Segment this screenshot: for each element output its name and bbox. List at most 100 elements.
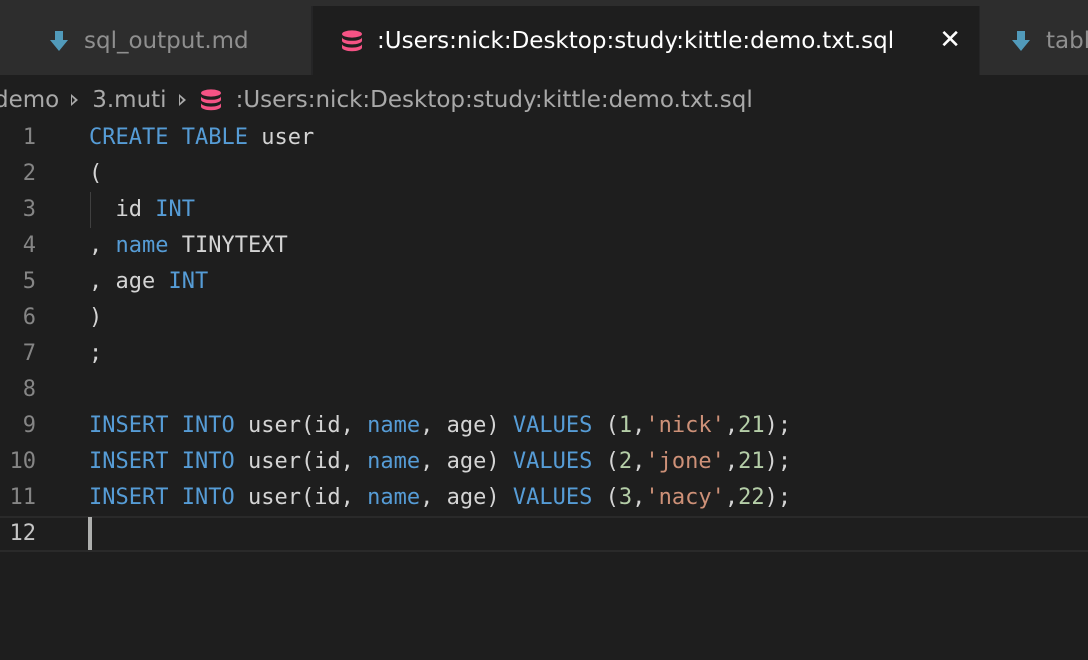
code-line[interactable]: 9 INSERT INTO user(id, name, age) VALUES …	[0, 408, 1088, 444]
code-token: id	[89, 197, 156, 222]
code-text: ;	[89, 336, 102, 372]
code-token: (	[592, 449, 619, 474]
breadcrumb-item-file[interactable]: :Users:nick:Desktop:study:kittle:demo.tx…	[236, 87, 753, 113]
code-token: 3	[618, 485, 633, 510]
code-text: (	[89, 156, 102, 192]
code-text: )	[89, 300, 102, 336]
code-token: name	[367, 449, 421, 474]
code-line[interactable]: 7;	[0, 336, 1088, 372]
code-line[interactable]: 11 INSERT INTO user(id, name, age) VALUES…	[0, 480, 1088, 516]
line-number: 11	[9, 485, 37, 510]
code-token: CREATE	[89, 125, 169, 150]
code-token: (	[592, 413, 619, 438]
line-number: 10	[9, 449, 37, 474]
database-icon	[200, 89, 221, 111]
code-token: );	[764, 413, 792, 438]
code-line[interactable]: 4 , name TINYTEXT	[0, 228, 1088, 264]
code-token: 21	[738, 413, 765, 438]
line-number: 1	[22, 125, 36, 150]
code-token: user	[247, 125, 315, 150]
indent-guide	[90, 192, 91, 228]
markdown-download-icon	[1012, 30, 1030, 51]
text-cursor	[88, 517, 92, 550]
line-number: 8	[22, 377, 36, 402]
code-token: (	[592, 485, 619, 510]
breadcrumb-item-demo[interactable]: demo	[0, 87, 59, 113]
code-token: user(id,	[234, 413, 368, 438]
tab-label: sql_output.md	[84, 27, 249, 54]
chevron-right-icon	[71, 94, 79, 106]
code-token: ,	[89, 233, 116, 258]
code-token: ,	[724, 413, 739, 438]
line-number: 4	[22, 233, 36, 258]
tab-sql-output-md[interactable]: sql_output.md	[0, 6, 312, 75]
code-token: ,	[724, 449, 739, 474]
breadcrumb: demo 3.muti :Users:nick:Desktop:study:ki…	[0, 82, 753, 118]
code-token: VALUES	[512, 449, 593, 474]
code-token: INTO	[181, 449, 235, 474]
line-number: 6	[22, 305, 36, 330]
code-token: )	[89, 305, 103, 330]
code-line[interactable]: 1 CREATE TABLE user	[0, 120, 1088, 156]
code-text: INSERT INTO user(id, name, age) VALUES (…	[89, 480, 791, 516]
code-token: 'jone'	[645, 449, 725, 474]
code-token: INT	[155, 197, 195, 222]
code-token: ,	[632, 449, 646, 474]
code-token: 1	[618, 413, 633, 438]
code-line[interactable]: 6)	[0, 300, 1088, 336]
breadcrumb-item-folder[interactable]: 3.muti	[92, 87, 166, 113]
code-token: (	[89, 161, 103, 186]
code-line[interactable]: 12	[0, 516, 1088, 552]
code-token: 'nick'	[645, 413, 725, 438]
tab-table[interactable]: tabl	[980, 6, 1088, 75]
database-icon	[342, 29, 362, 51]
code-line[interactable]: 5 , age INT	[0, 264, 1088, 300]
line-number: 2	[22, 161, 36, 186]
code-token: INT	[168, 269, 209, 294]
code-text: CREATE TABLE user	[89, 120, 314, 156]
code-token: user(id,	[234, 449, 368, 474]
line-number: 9	[22, 413, 36, 438]
code-token: ;	[89, 341, 103, 366]
code-line[interactable]: 3 id INT	[0, 192, 1088, 228]
code-token: INTO	[181, 485, 235, 510]
code-token: INSERT	[89, 449, 169, 474]
code-token: , age)	[420, 449, 513, 474]
code-token: name	[367, 485, 421, 510]
markdown-download-icon	[50, 30, 68, 51]
code-text: INSERT INTO user(id, name, age) VALUES (…	[89, 444, 791, 480]
code-text: INSERT INTO user(id, name, age) VALUES (…	[89, 408, 791, 444]
chevron-right-icon	[178, 94, 186, 106]
code-token: 2	[618, 449, 633, 474]
code-token: ,	[632, 413, 646, 438]
close-tab-icon[interactable]: ✕	[939, 26, 961, 54]
editor-tab-bar: sql_output.md :Users:nick:Desktop:study:…	[0, 0, 1088, 75]
code-editor[interactable]: 12 11 INSERT INTO user(id, name, age) VALU…	[0, 120, 1088, 660]
tab-label: tabl	[1046, 27, 1088, 54]
code-token: , age)	[420, 485, 513, 510]
code-token: user(id,	[234, 485, 368, 510]
code-token: ,	[632, 485, 646, 510]
code-token: 21	[738, 449, 765, 474]
code-token: INSERT	[89, 413, 169, 438]
code-token: , age)	[420, 413, 513, 438]
code-token: ,	[724, 485, 739, 510]
code-line[interactable]: 10 INSERT INTO user(id, name, age) VALUES…	[0, 444, 1088, 480]
line-number: 12	[9, 521, 37, 546]
line-number: 5	[22, 269, 36, 294]
code-line[interactable]: 2(	[0, 156, 1088, 192]
code-token: INTO	[181, 413, 235, 438]
code-text: id INT	[89, 192, 195, 228]
code-token: name	[115, 233, 169, 258]
line-number: 3	[22, 197, 36, 222]
code-token: 'nacy'	[645, 485, 725, 510]
code-text: , name TINYTEXT	[89, 228, 288, 264]
tab-demo-txt-sql[interactable]: :Users:nick:Desktop:study:kittle:demo.tx…	[313, 6, 979, 75]
code-line[interactable]: 8	[0, 372, 1088, 408]
code-token: 22	[738, 485, 765, 510]
code-token: VALUES	[512, 413, 593, 438]
